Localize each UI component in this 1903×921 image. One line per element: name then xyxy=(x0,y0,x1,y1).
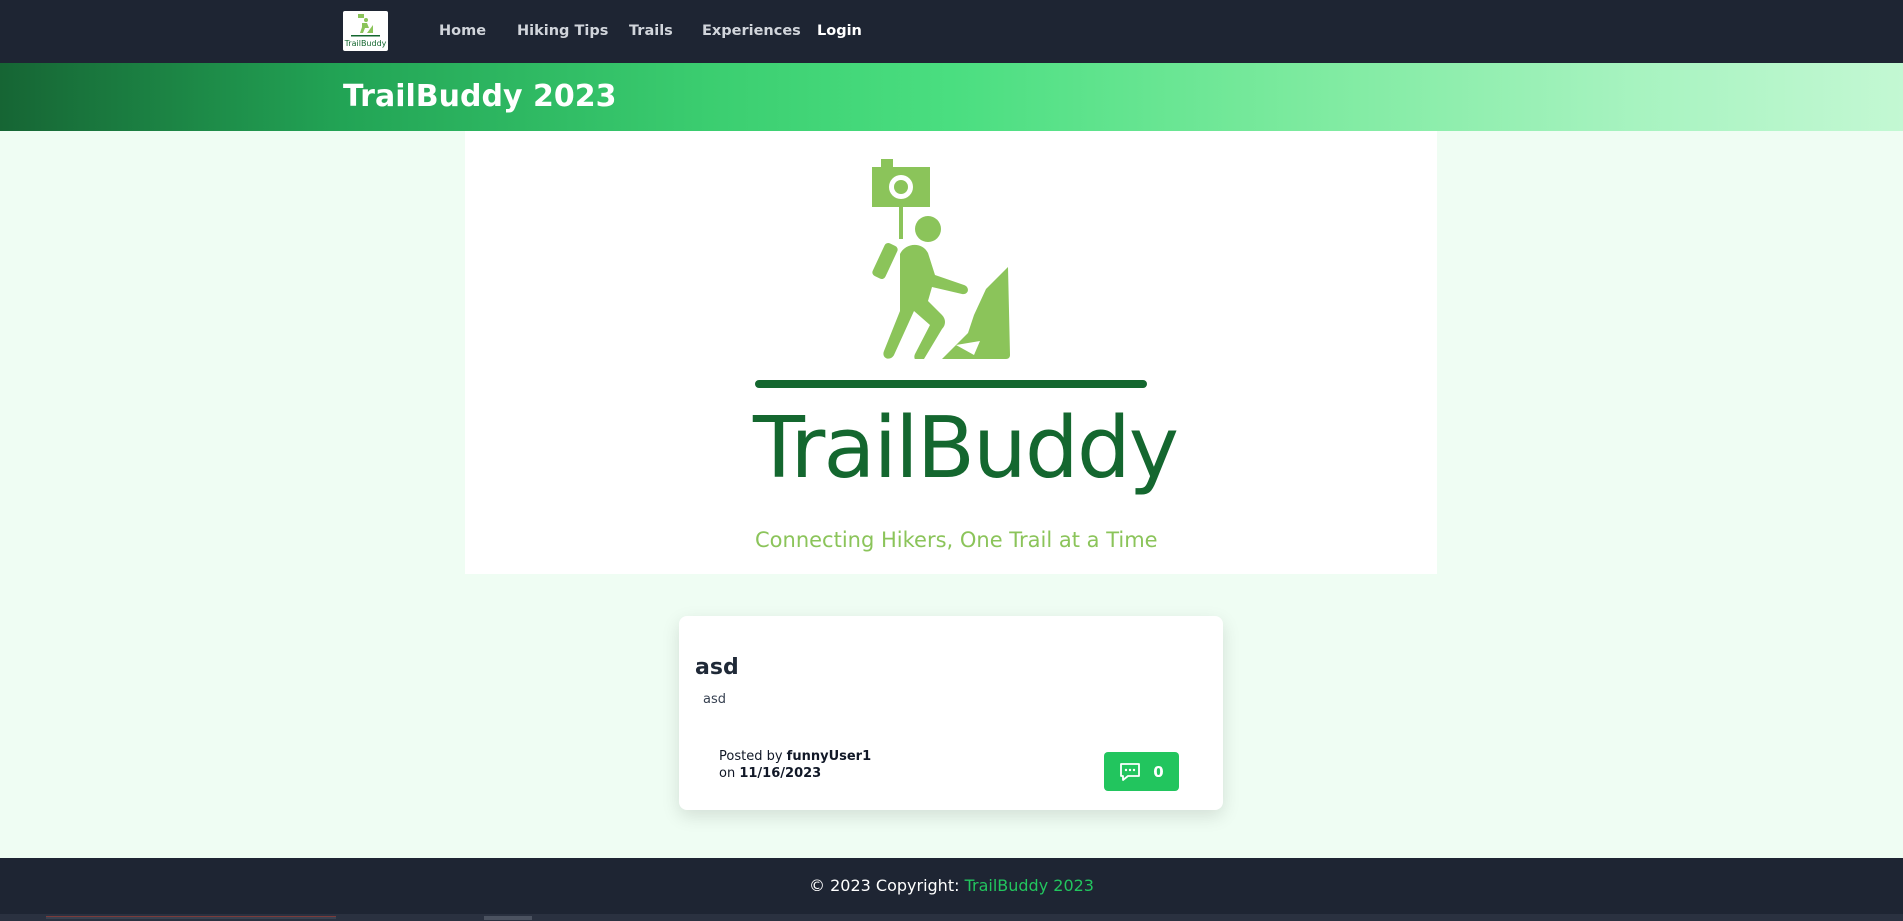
footer-copyright: © 2023 Copyright: TrailBuddy 2023 xyxy=(0,876,1903,896)
hero-tagline: Connecting Hikers, One Trail at a Time xyxy=(755,528,1158,552)
top-navbar: TrailBuddy Home Hiking Tips Trails Exper… xyxy=(0,0,1903,63)
nav-link-login[interactable]: Login xyxy=(817,22,862,40)
hero-divider xyxy=(755,380,1147,388)
strip-segment xyxy=(484,916,532,920)
nav-link-experiences[interactable]: Experiences xyxy=(702,22,801,40)
post-body: asd xyxy=(703,692,726,707)
banner-title: TrailBuddy 2023 xyxy=(343,79,617,114)
comment-icon xyxy=(1120,762,1141,781)
nav-link-trails[interactable]: Trails xyxy=(629,22,673,40)
hiker-climbing-icon xyxy=(872,159,1010,359)
bottom-scroll-strip xyxy=(0,914,1903,921)
post-card[interactable]: asd asd Posted by funnyUser1 on 11/16/20… xyxy=(679,616,1223,810)
post-date-prefix: on xyxy=(719,766,736,781)
comments-button[interactable]: 0 xyxy=(1104,752,1179,791)
strip-segment xyxy=(46,916,336,919)
comment-count: 0 xyxy=(1153,762,1164,781)
nav-link-home[interactable]: Home xyxy=(439,22,486,40)
post-meta: Posted by funnyUser1 on 11/16/2023 xyxy=(719,748,871,782)
nav-link-hiking-tips[interactable]: Hiking Tips xyxy=(517,22,608,40)
footer-copyright-prefix: © 2023 Copyright: xyxy=(809,876,960,895)
post-title[interactable]: asd xyxy=(695,654,739,682)
hero-logo-image: TrailBuddy Connecting Hikers, One Trail … xyxy=(465,131,1437,574)
page-banner: TrailBuddy 2023 xyxy=(0,63,1903,131)
hiker-logo-icon: TrailBuddy xyxy=(344,14,387,48)
post-date-line: on 11/16/2023 xyxy=(719,765,871,782)
posted-by-label: Posted by xyxy=(719,749,783,764)
hero-brand-name: TrailBuddy xyxy=(753,399,1179,498)
svg-text:TrailBuddy: TrailBuddy xyxy=(344,39,387,48)
post-author[interactable]: funnyUser1 xyxy=(787,749,871,764)
nav-logo[interactable]: TrailBuddy xyxy=(343,11,388,51)
footer: © 2023 Copyright: TrailBuddy 2023 xyxy=(0,858,1903,914)
footer-link-trailbuddy[interactable]: TrailBuddy 2023 xyxy=(965,876,1094,895)
post-date: 11/16/2023 xyxy=(739,766,822,781)
post-author-line: Posted by funnyUser1 xyxy=(719,748,871,765)
